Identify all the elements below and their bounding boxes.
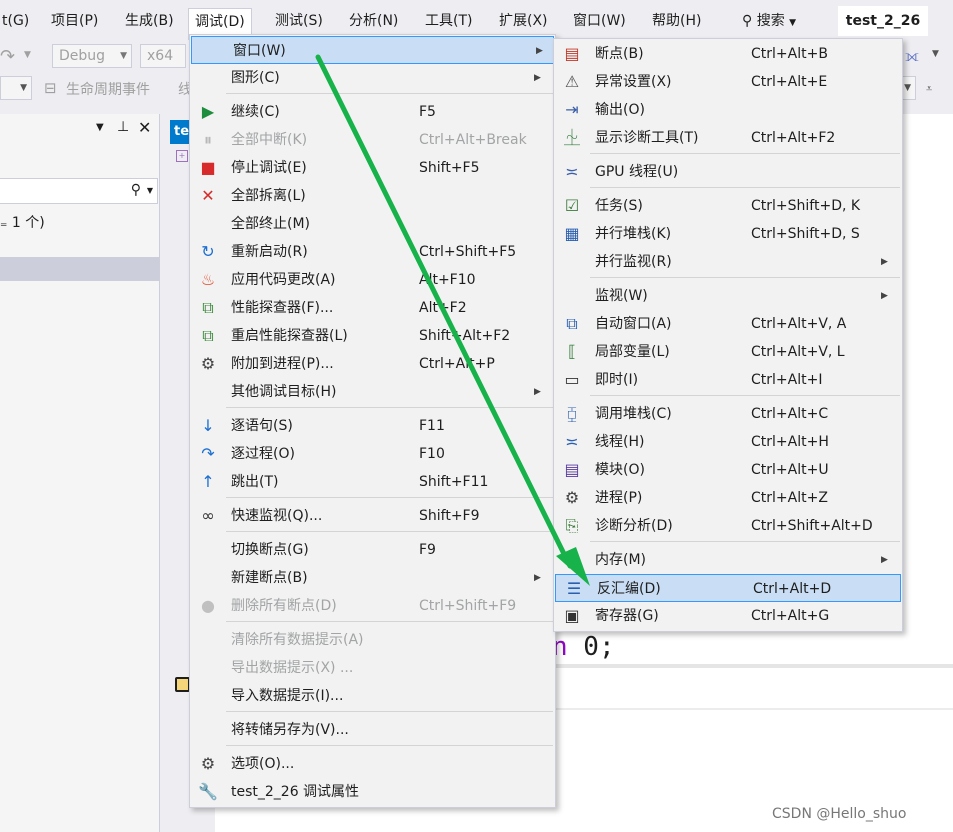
arrow-shaft: [315, 54, 573, 569]
annotation-arrow: [315, 54, 590, 586]
watermark: CSDN @Hello_shuo: [772, 806, 907, 822]
